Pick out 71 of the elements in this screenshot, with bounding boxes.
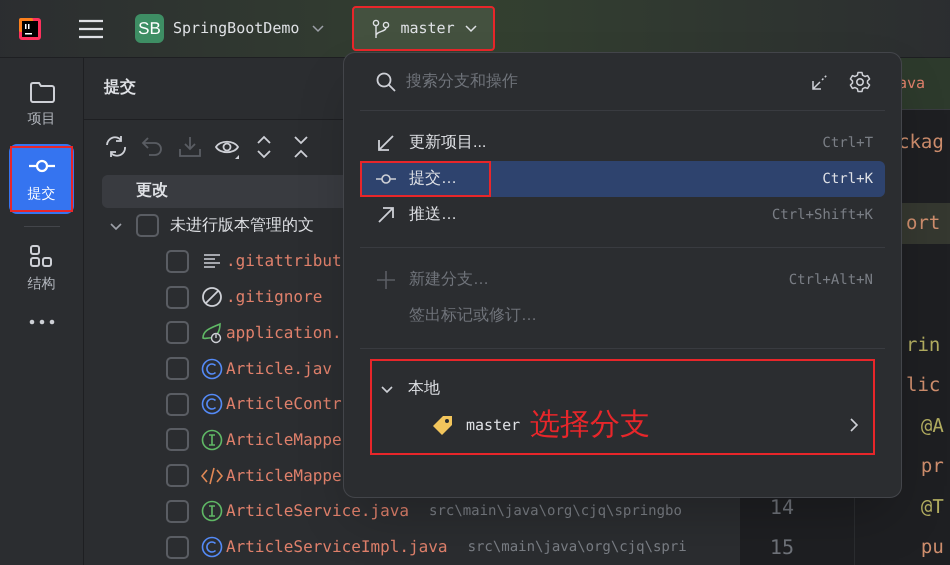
collapse-arrow-icon[interactable] [811,72,829,90]
search-field[interactable]: 搜索分支和操作 [406,70,706,94]
folder-icon [28,80,54,104]
class-icon [201,358,223,380]
file-path: src\main\java\org\cjq\springbo [429,502,682,521]
group-label: 未进行版本管理的文 [170,216,314,236]
structure-icon [28,244,54,268]
checkbox[interactable] [136,214,159,238]
checkbox[interactable] [166,536,189,559]
code-line: pr [920,454,944,479]
file-name[interactable]: Article.jav [226,356,332,381]
file-name[interactable]: ArticleMappe [226,428,342,452]
file-name[interactable]: ArticleServiceImpl.java [226,535,448,560]
chevron-right-icon[interactable] [849,418,859,432]
class-icon [201,393,223,416]
branch-icon [372,18,390,38]
leaf-icon [201,322,223,344]
tool-window-button[interactable]: 结构 [9,241,74,297]
branch-item[interactable]: master [432,414,520,436]
app-logo-icon[interactable] [19,18,41,40]
annotation-text: 选择分支 [530,410,650,440]
project-name: SpringBootDemo [173,18,300,40]
ignore-icon [201,286,223,308]
file-name[interactable]: ArticleContr [226,392,342,416]
code-line: pu [920,535,944,560]
code-line: lic [906,373,940,398]
chevron-down-icon [464,24,477,32]
checkbox[interactable] [166,428,189,452]
more-icon[interactable] [28,319,54,325]
file-name[interactable]: ArticleMappe [226,464,342,488]
code-line: rin [906,332,940,358]
checkbox[interactable] [166,500,189,523]
menu-icon[interactable] [78,18,104,38]
checkbox[interactable] [166,357,189,380]
arrow-up-right-icon [376,205,396,225]
panel-title: 提交 [104,77,136,98]
checkbox[interactable] [166,464,189,488]
interface-icon [201,500,223,522]
branch-group[interactable]: 本地 [372,371,873,407]
menu-item[interactable]: 更新项目... Ctrl+T [360,125,885,161]
project-selector[interactable]: SB SpringBootDemo [135,8,332,48]
arrow-down-left-icon [376,133,396,153]
plus-icon [376,270,396,290]
file-name[interactable]: ArticleService.java [226,499,410,524]
project-badge: SB [135,14,164,43]
line-number: 14 [770,494,794,521]
branch-selector[interactable]: master [352,6,496,51]
annotation-frame [10,146,73,212]
search-icon [376,72,396,92]
line-number: 15 [770,534,794,562]
file-name[interactable]: .gitignore [226,285,322,310]
settings-icon[interactable] [849,70,871,92]
tool-window-button[interactable]: 项目 [9,76,74,132]
code-line: @A [920,414,944,438]
branch-name: master [400,18,455,40]
checkbox[interactable] [166,250,189,273]
checkbox[interactable] [166,286,189,309]
file-path: src\main\java\org\cjq\spri [468,538,687,557]
tool-window-button[interactable]: 提交 [9,144,74,214]
file-name[interactable]: .gitattribut [226,249,342,274]
tag-icon [432,414,454,436]
code-line: @T [920,494,944,520]
class-icon [201,536,223,558]
menu-item[interactable]: 提交… Ctrl+K [360,161,885,197]
refresh-icon[interactable] [104,135,128,160]
code-line: ort [906,211,940,236]
file-name[interactable]: application. [226,320,342,345]
interface-icon [201,428,223,451]
chevron-down-icon [312,24,324,32]
checkbox[interactable] [166,321,189,344]
checkbox[interactable] [166,392,189,416]
